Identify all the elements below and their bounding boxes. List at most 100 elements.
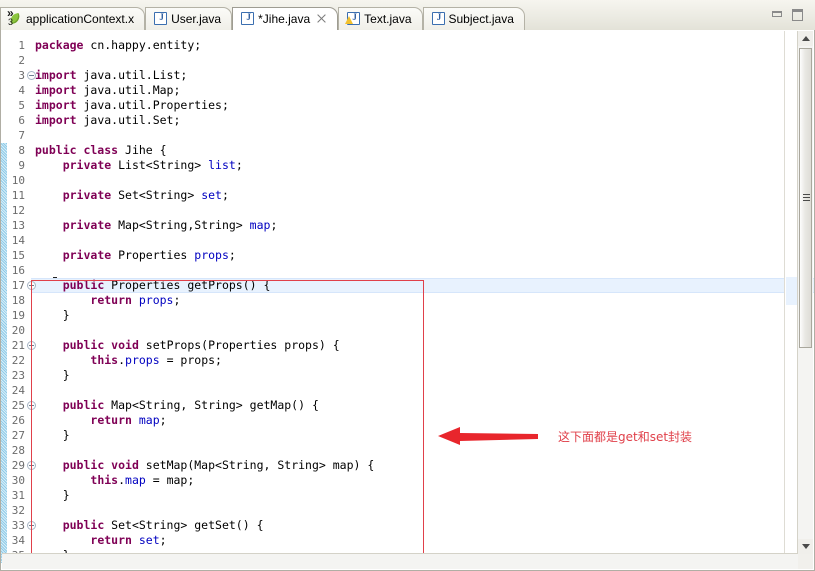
line-number: 31 — [11, 489, 25, 502]
scroll-up-arrow-icon[interactable] — [798, 31, 813, 46]
line-number: 20 — [11, 324, 25, 337]
code-line[interactable]: private Map<String,String> map; — [35, 218, 814, 233]
code-line[interactable]: } — [35, 308, 814, 323]
code-line[interactable]: return props; — [35, 293, 814, 308]
maximize-icon[interactable] — [791, 9, 804, 21]
code-line[interactable] — [35, 263, 814, 278]
code-line[interactable]: import java.util.Properties; — [35, 98, 814, 113]
code-line[interactable]: public void setMap(Map<String, String> m… — [35, 458, 814, 473]
code-token: private — [62, 188, 119, 202]
code-token: public — [62, 278, 112, 292]
code-token: } — [35, 488, 70, 502]
line-number: 16 — [11, 264, 25, 277]
code-line[interactable]: } — [35, 368, 814, 383]
vertical-scroll-thumb[interactable] — [799, 48, 812, 348]
line-number: 33 — [11, 519, 25, 532]
code-line[interactable]: import java.util.List; — [35, 68, 814, 83]
code-token: Map<String,String> — [118, 218, 250, 232]
code-token: import — [35, 68, 84, 82]
code-line[interactable] — [35, 323, 814, 338]
line-number: 21 — [11, 339, 25, 352]
line-number-ruler: 1 2 3 4 5 6 7 8 9 10 11 12 13 14 15 16 17 18 19 20 21 22 23 24 2… — [1, 38, 27, 563]
code-line[interactable]: } — [35, 488, 814, 503]
eclipse-editor-window: applicationContext.x User.java *Jihe.java T… — [0, 0, 815, 571]
java-file-icon — [154, 11, 168, 25]
editor-tab-bar: applicationContext.x User.java *Jihe.java T… — [0, 0, 815, 31]
code-line[interactable]: public Set<String> getSet() { — [35, 518, 814, 533]
code-token: } — [35, 428, 70, 442]
code-line[interactable]: private List<String> list; — [35, 158, 814, 173]
code-line[interactable]: private Set<String> set; — [35, 188, 814, 203]
code-token: private — [62, 218, 119, 232]
line-number: 1 — [18, 39, 25, 52]
editor-tab-4[interactable]: Subject.java — [422, 7, 525, 30]
horizontal-scrollbar[interactable] — [2, 553, 798, 569]
code-line[interactable]: this.props = props; — [35, 353, 814, 368]
code-line[interactable] — [35, 203, 814, 218]
code-line[interactable] — [35, 128, 814, 143]
source-code-text[interactable]: package cn.happy.entity; import java.uti… — [35, 38, 814, 563]
code-token: } — [35, 368, 70, 382]
code-line[interactable]: import java.util.Map; — [35, 83, 814, 98]
scrollbar-corner — [798, 554, 813, 569]
line-number: 22 — [11, 354, 25, 367]
line-number: 10 — [11, 174, 25, 187]
code-token: map — [249, 218, 271, 232]
code-token: cn.happy.entity; — [90, 38, 202, 52]
code-line[interactable]: } — [35, 428, 814, 443]
minimize-icon[interactable] — [771, 9, 784, 21]
code-line[interactable]: package cn.happy.entity; — [35, 38, 814, 53]
vertical-scrollbar[interactable] — [797, 31, 813, 554]
editor-tab-2[interactable]: *Jihe.java — [232, 7, 339, 30]
code-line[interactable] — [35, 233, 814, 248]
code-token: this — [90, 353, 119, 367]
editor-viewport[interactable]: 1 2 3 4 5 6 7 8 9 10 11 12 13 14 15 16 17 18 19 20 21 22 23 24 2… — [1, 30, 814, 570]
line-number: 32 — [11, 504, 25, 517]
code-line[interactable]: import java.util.Set; — [35, 113, 814, 128]
code-line[interactable]: return map; — [35, 413, 814, 428]
code-line[interactable]: public void setProps(Properties props) { — [35, 338, 814, 353]
code-editor[interactable]: 1 2 3 4 5 6 7 8 9 10 11 12 13 14 15 16 17 18 19 20 21 22 23 24 2… — [0, 30, 815, 571]
code-token: this — [90, 473, 119, 487]
line-number: 17 — [11, 279, 25, 292]
close-icon[interactable] — [316, 13, 327, 24]
code-token: java.util.List; — [83, 68, 188, 82]
code-line[interactable] — [35, 443, 814, 458]
editor-tab-3[interactable]: Text.java — [338, 7, 423, 30]
line-number: 8 — [18, 144, 25, 157]
code-line[interactable] — [35, 53, 814, 68]
code-line[interactable]: public class Jihe { — [35, 143, 814, 158]
editor-tab-1[interactable]: User.java — [145, 7, 233, 30]
line-number: 26 — [11, 414, 25, 427]
code-token: return — [90, 413, 139, 427]
code-token: return — [90, 533, 139, 547]
code-token: import — [35, 83, 84, 97]
overview-ruler[interactable] — [784, 31, 798, 554]
code-line[interactable] — [35, 503, 814, 518]
tab-overflow-button[interactable]: » 3 — [6, 7, 24, 30]
code-line[interactable]: public Map<String, String> getMap() { — [35, 398, 814, 413]
code-line[interactable]: return set; — [35, 533, 814, 548]
code-line[interactable]: this.map = map; — [35, 473, 814, 488]
scroll-down-arrow-icon[interactable] — [798, 539, 813, 554]
code-line[interactable]: public Properties getProps() { — [35, 278, 814, 293]
editor-tab-label: User.java — [171, 12, 222, 26]
annotation-arrow-icon — [438, 427, 538, 445]
code-token: public void — [62, 338, 146, 352]
code-token: java.util.Set; — [83, 113, 181, 127]
code-token: = map; — [145, 473, 195, 487]
code-token: ; — [159, 413, 167, 427]
code-token: set — [138, 533, 160, 547]
code-token: map — [138, 413, 160, 427]
code-line[interactable] — [35, 383, 814, 398]
code-token: list — [208, 158, 236, 172]
code-line[interactable] — [35, 173, 814, 188]
code-token: set — [201, 188, 222, 202]
code-line[interactable]: private Properties props; — [35, 248, 814, 263]
editor-gutter[interactable]: 1 2 3 4 5 6 7 8 9 10 11 12 13 14 15 16 17 18 19 20 21 22 23 24 2… — [1, 30, 31, 570]
